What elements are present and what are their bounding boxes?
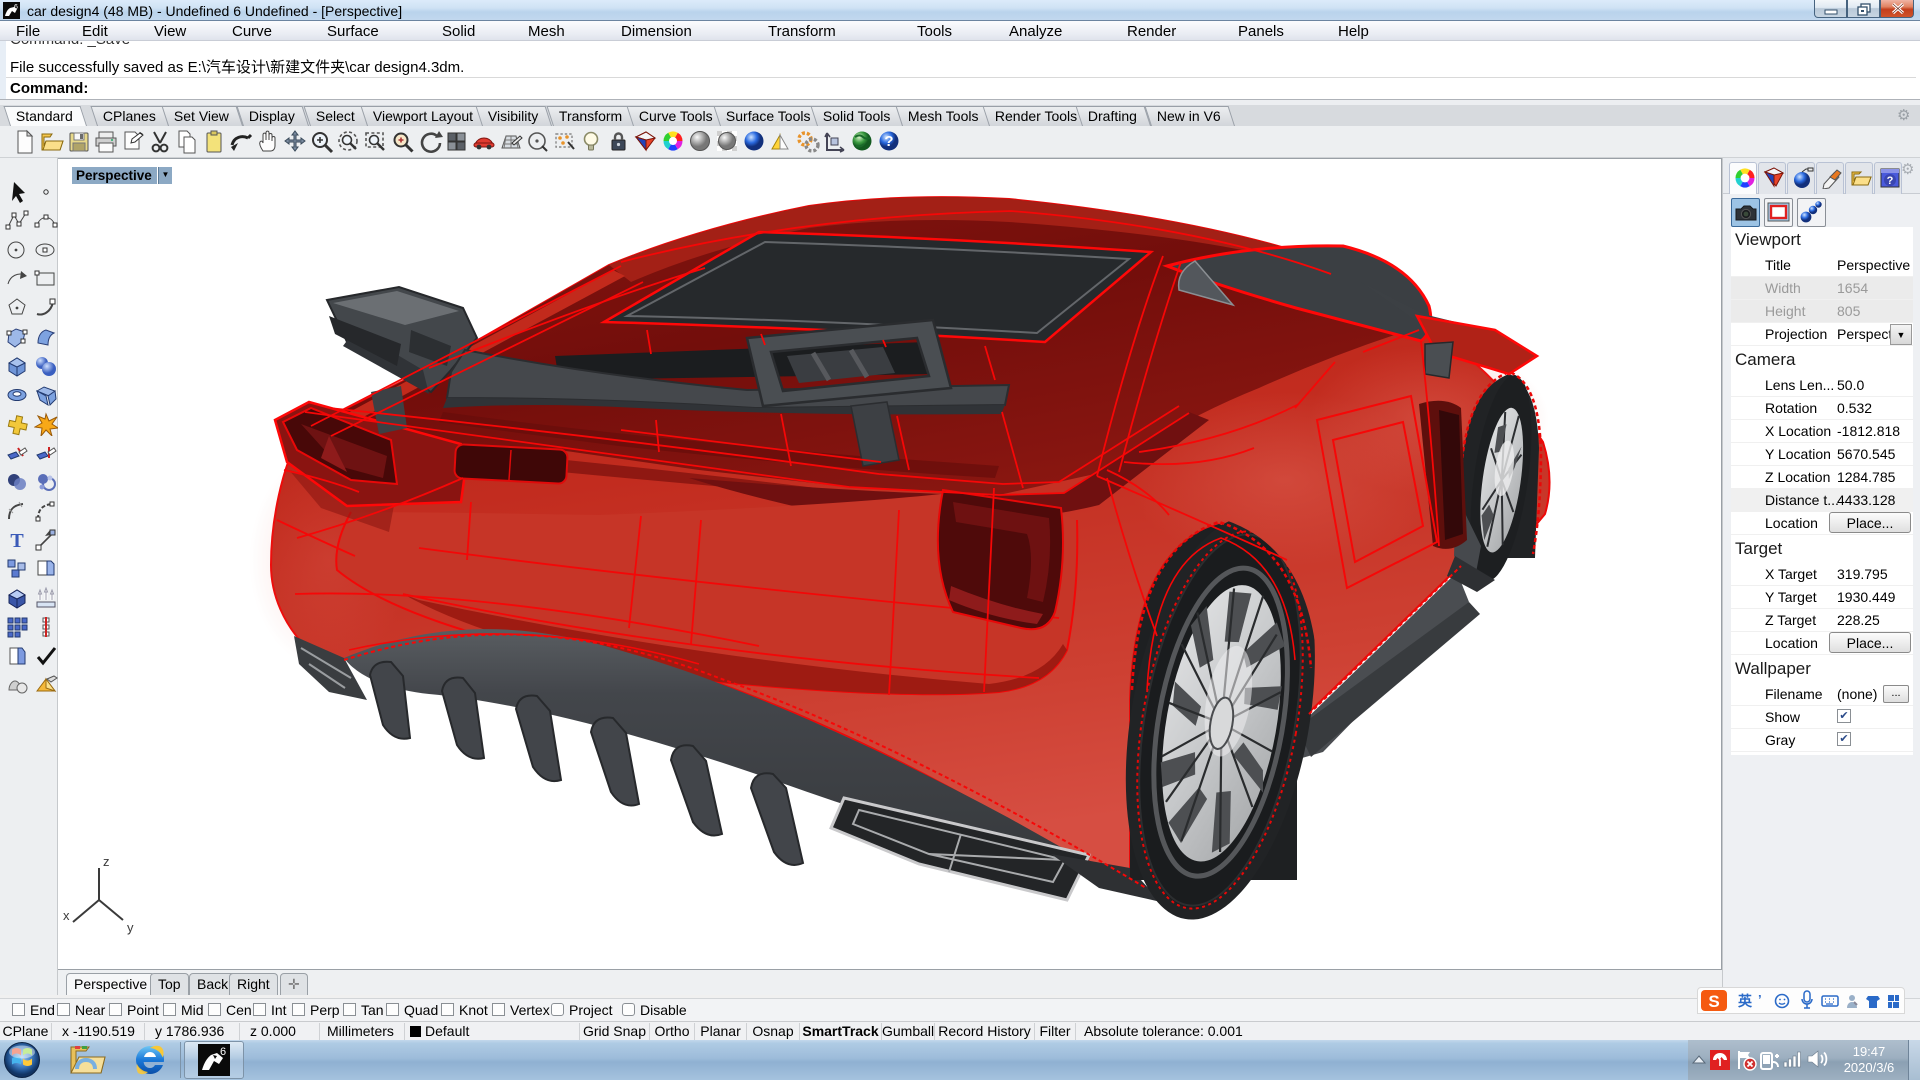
svg-text:?: ?: [884, 133, 893, 150]
svg-text:y: y: [127, 920, 134, 935]
svg-text:T: T: [10, 530, 24, 552]
svg-text:英: 英: [1737, 993, 1753, 1009]
svg-text:S: S: [1708, 992, 1719, 1011]
svg-text:’: ’: [1758, 992, 1762, 1007]
svg-text:?: ?: [1887, 175, 1894, 187]
svg-text:6: 6: [220, 1046, 226, 1058]
svg-text:x: x: [63, 908, 70, 923]
svg-text:z: z: [103, 854, 110, 869]
